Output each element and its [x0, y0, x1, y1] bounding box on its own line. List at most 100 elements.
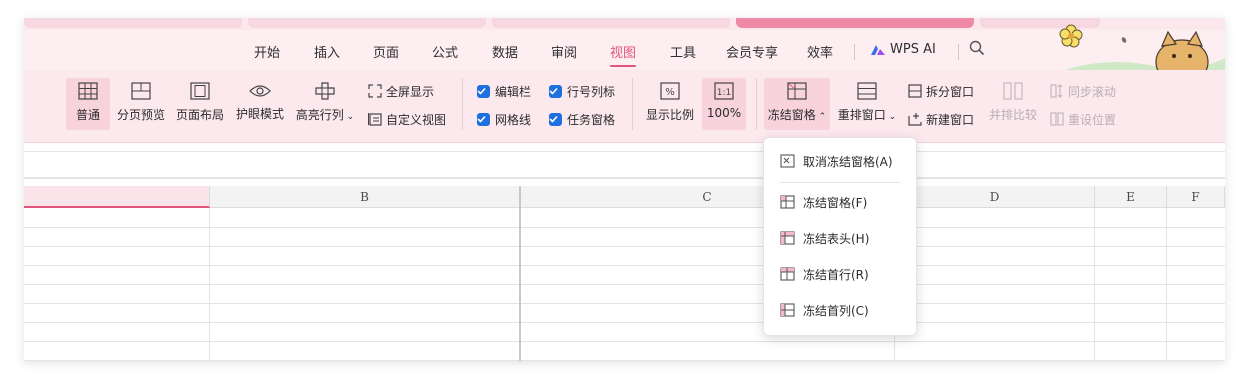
zoom-100-button[interactable]: 1:1 100% [702, 78, 746, 130]
menu-divider [958, 44, 959, 60]
column-gridline [209, 208, 210, 361]
freeze-first-column-item[interactable]: 冻结首列(C) [764, 295, 916, 325]
reset-position-button[interactable]: 重设位置 [1050, 110, 1116, 128]
formula-input[interactable] [24, 151, 1225, 178]
row-gridline [24, 284, 1225, 285]
edit-bar-checkbox[interactable]: 编辑栏 [477, 82, 531, 100]
row-gridline [24, 303, 1225, 304]
custom-view-button[interactable]: 自定义视图 [368, 110, 446, 128]
page-break-preview-button[interactable]: 分页预览 [116, 78, 166, 130]
column-header-b[interactable]: B [210, 186, 520, 208]
freeze-first-row-icon [780, 267, 795, 281]
wps-ai-icon [871, 44, 885, 55]
freeze-first-column-icon [780, 303, 795, 317]
freeze-panes-item[interactable]: 冻结窗格(F) [764, 187, 916, 217]
menu-data[interactable]: 数据 [492, 42, 518, 61]
menu-tools[interactable]: 工具 [670, 42, 696, 61]
freeze-panes-button[interactable]: 冻结窗格 ⌃ [764, 78, 830, 130]
gridlines-checkbox[interactable]: 网格线 [477, 110, 531, 128]
row-gridline [24, 360, 1225, 361]
column-header-e[interactable]: E [1095, 186, 1167, 208]
freeze-first-row-label: 冻结首行(R) [803, 267, 869, 282]
zoom-100-label: 100% [706, 106, 742, 120]
freeze-panes-item-icon [780, 195, 795, 209]
split-window-button[interactable]: 拆分窗口 [908, 82, 974, 100]
zoom-button[interactable]: % 显示比例 [644, 78, 696, 130]
custom-view-icon [368, 113, 382, 126]
task-pane-checkbox[interactable]: 任务窗格 [549, 110, 615, 128]
side-by-side-button[interactable]: 并排比较 [986, 78, 1040, 130]
highlight-rowcol-button[interactable]: 高亮行列 ⌄ [294, 78, 356, 130]
unfreeze-panes-item[interactable]: 取消冻结窗格(A) [764, 146, 916, 176]
new-window-label: 新建窗口 [926, 112, 975, 127]
document-tab[interactable] [492, 18, 730, 28]
search-button[interactable] [969, 40, 985, 60]
column-header-a[interactable] [24, 186, 210, 208]
column-header-d[interactable]: D [895, 186, 1095, 208]
normal-view-label: 普通 [75, 108, 100, 122]
full-screen-button[interactable]: 全屏显示 [368, 82, 434, 100]
document-tab-active[interactable] [736, 18, 974, 28]
task-pane-label: 任务窗格 [567, 112, 616, 127]
zoom-percent-icon: % [660, 82, 680, 100]
new-window-icon [908, 113, 922, 126]
unfreeze-panes-label: 取消冻结窗格(A) [803, 154, 893, 169]
menu-divider [854, 44, 855, 60]
menu-member[interactable]: 会员专享 [726, 42, 778, 61]
row-gridline [24, 322, 1225, 323]
full-screen-label: 全屏显示 [386, 84, 435, 99]
formula-bar-area [24, 143, 1225, 179]
zoom-label: 显示比例 [645, 108, 694, 122]
new-window-button[interactable]: 新建窗口 [908, 110, 974, 128]
menu-page[interactable]: 页面 [373, 42, 399, 61]
split-window-label: 拆分窗口 [926, 84, 975, 99]
dropdown-divider [780, 182, 900, 183]
eye-protection-button[interactable]: 护眼模式 [234, 78, 286, 130]
menu-view[interactable]: 视图 [610, 42, 637, 67]
sync-scroll-label: 同步滚动 [1068, 84, 1117, 99]
rearrange-icon [857, 82, 877, 100]
freeze-header-label: 冻结表头(H) [803, 231, 870, 246]
ribbon-divider [632, 78, 633, 130]
page-layout-button[interactable]: 页面布局 [174, 78, 226, 130]
one-to-one-icon: 1:1 [714, 82, 734, 100]
crosshair-icon [315, 82, 335, 100]
checkbox-checked-icon [549, 112, 562, 126]
eye-icon [249, 85, 271, 97]
sheet-grid[interactable]: B C D E F [24, 186, 1225, 361]
fullscreen-icon [368, 84, 382, 98]
menu-review[interactable]: 审阅 [551, 42, 577, 61]
rearrange-windows-button[interactable]: 重排窗口 ⌄ [836, 78, 898, 130]
ribbon-divider [462, 78, 463, 130]
column-header-f[interactable]: F [1167, 186, 1225, 208]
side-by-side-label: 并排比较 [988, 108, 1037, 122]
menu-home[interactable]: 开始 [254, 42, 280, 61]
normal-view-button[interactable]: 普通 [66, 78, 110, 130]
column-gridline [1094, 208, 1095, 361]
menu-formula[interactable]: 公式 [432, 42, 458, 61]
spreadsheet-window: 开始 插入 页面 公式 数据 审阅 视图 工具 会员专享 效率 WPS AI 普… [24, 18, 1225, 361]
menu-bar: 开始 插入 页面 公式 数据 审阅 视图 工具 会员专享 效率 WPS AI [24, 24, 1225, 82]
split-window-icon [908, 84, 922, 98]
menu-insert[interactable]: 插入 [314, 42, 340, 61]
wps-ai-button[interactable]: WPS AI [870, 42, 936, 57]
row-gridline [24, 265, 1225, 266]
freeze-header-item[interactable]: 冻结表头(H) [764, 223, 916, 253]
row-gridline [24, 341, 1225, 342]
rearrange-windows-label: 重排窗口 ⌄ [837, 108, 897, 122]
page-break-preview-label: 分页预览 [116, 108, 165, 122]
view-ribbon: 普通 分页预览 页面布局 护眼模式 高亮行列 ⌄ 全屏显示 自定义视图 编辑栏 … [24, 70, 1225, 143]
custom-view-label: 自定义视图 [386, 112, 447, 127]
menu-efficiency[interactable]: 效率 [807, 42, 833, 61]
document-tab[interactable] [24, 18, 242, 28]
freeze-panes-item-label: 冻结窗格(F) [803, 195, 868, 210]
row-col-headers-checkbox[interactable]: 行号列标 [549, 82, 615, 100]
document-tab[interactable] [248, 18, 486, 28]
freeze-first-column-label: 冻结首列(C) [803, 303, 869, 318]
sync-scroll-button[interactable]: 同步滚动 [1050, 82, 1116, 100]
svg-text:%: % [665, 87, 675, 98]
freeze-first-row-item[interactable]: 冻结首行(R) [764, 259, 916, 289]
freeze-panes-dropdown: 取消冻结窗格(A) 冻结窗格(F) 冻结表头(H) 冻结首行(R) 冻结首列(C… [763, 137, 917, 336]
row-gridline [24, 227, 1225, 228]
reset-position-icon [1050, 112, 1064, 126]
